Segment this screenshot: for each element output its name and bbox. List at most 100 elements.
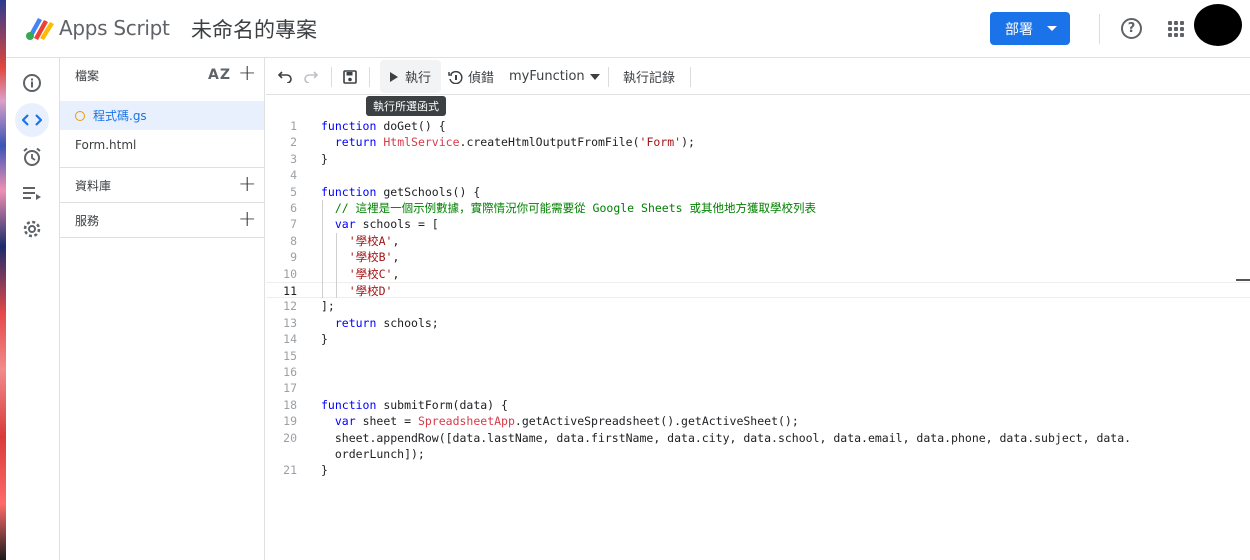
execution-log-label: 執行記錄: [623, 71, 676, 86]
services-section[interactable]: 服務 +: [60, 202, 264, 237]
code-line[interactable]: 11 '學校D': [266, 282, 1250, 299]
editor-code-icon[interactable]: [15, 103, 49, 137]
code-line[interactable]: 6 // 這裡是一個示例數據，實際情況你可能需要從 Google Sheets …: [266, 200, 1250, 216]
line-number: 15: [283, 348, 297, 363]
code-line[interactable]: 17: [266, 380, 1250, 396]
line-number: 9: [290, 250, 297, 265]
undo-icon[interactable]: [278, 58, 292, 95]
code-line[interactable]: 19 var sheet = SpreadsheetApp.getActiveS…: [266, 413, 1250, 429]
files-panel-header: 檔案 AZ +: [60, 58, 264, 93]
deploy-button-label: 部署: [1005, 21, 1033, 38]
left-nav-rail: [6, 58, 60, 560]
chevron-down-icon: [1047, 26, 1057, 31]
scrollbar-marker[interactable]: [1236, 279, 1250, 281]
run-label: 執行: [405, 71, 432, 86]
toolbar-divider: [369, 67, 370, 87]
code-line[interactable]: 7 var schools = [: [266, 216, 1250, 232]
debug-label: 偵錯: [468, 71, 495, 86]
indent-guide: [322, 200, 323, 299]
line-number: 2: [290, 135, 297, 150]
line-number: 12: [283, 299, 297, 314]
code-text: sheet.appendRow([data.lastName, data.fir…: [321, 430, 1132, 445]
code-line[interactable]: 8 '學校A',: [266, 233, 1250, 249]
toolbar-divider: [331, 67, 332, 87]
line-number: 4: [290, 168, 297, 183]
overview-info-icon[interactable]: [15, 66, 49, 100]
code-text: '學校A',: [348, 233, 400, 248]
google-apps-icon[interactable]: [1168, 21, 1184, 37]
code-text: }: [321, 151, 328, 166]
code-line[interactable]: 18 function submitForm(data) {: [266, 397, 1250, 413]
line-number: 16: [283, 365, 297, 379]
line-number: 3: [290, 151, 297, 166]
code-line[interactable]: 2 return HtmlService.createHtmlOutputFro…: [266, 134, 1250, 150]
app-header: Apps Script 未命名的專案 部署 ?: [6, 0, 1250, 58]
files-panel: 檔案 AZ + 程式碼.gs Form.html 資料庫 + 服務 +: [60, 58, 265, 560]
avatar[interactable]: [1194, 4, 1242, 46]
line-number: 6: [290, 201, 297, 215]
code-line[interactable]: 14}: [266, 331, 1250, 347]
code-line[interactable]: 12];: [266, 298, 1250, 314]
line-number: 20: [283, 430, 297, 445]
code-text: return HtmlService.createHtmlOutputFromF…: [334, 135, 695, 150]
code-line[interactable]: 16: [266, 364, 1250, 380]
code-line[interactable]: 21}: [266, 462, 1250, 478]
code-text: '學校B',: [348, 250, 400, 265]
execution-log-button[interactable]: 執行記錄: [623, 58, 675, 95]
line-number: 14: [283, 332, 297, 347]
code-text: var sheet = SpreadsheetApp.getActiveSpre…: [334, 414, 799, 429]
code-line[interactable]: 4: [266, 167, 1250, 183]
save-icon[interactable]: [343, 58, 357, 95]
line-number: 13: [283, 315, 297, 330]
code-line[interactable]: 5 function getSchools() {: [266, 184, 1250, 200]
function-select[interactable]: myFunction: [509, 58, 600, 95]
help-icon[interactable]: ?: [1121, 18, 1142, 39]
code-line[interactable]: orderLunch]);: [266, 446, 1250, 462]
redo-icon[interactable]: [304, 58, 318, 95]
line-number: 5: [290, 184, 297, 199]
toolbar-divider: [690, 67, 691, 87]
settings-gear-icon[interactable]: [15, 212, 49, 246]
add-service-plus-icon[interactable]: +: [238, 209, 256, 231]
code-text: }: [321, 332, 328, 347]
file-item-code-gs[interactable]: 程式碼.gs: [60, 101, 264, 130]
code-text: orderLunch]);: [321, 447, 425, 461]
app-name[interactable]: Apps Script: [59, 16, 170, 40]
editor-toolbar: 執行 偵錯 myFunction 執行記錄: [266, 58, 1250, 95]
libraries-label: 資料庫: [75, 178, 112, 193]
code-text: function doGet() {: [321, 119, 446, 133]
files-title: 檔案: [75, 69, 100, 83]
code-text: function submitForm(data) {: [321, 397, 508, 412]
function-select-value: myFunction: [509, 69, 585, 84]
code-line[interactable]: 13 return schools;: [266, 315, 1250, 331]
code-line[interactable]: 20 sheet.appendRow([data.lastName, data.…: [266, 430, 1250, 446]
line-number: 1: [290, 119, 297, 133]
code-line[interactable]: 9 '學校B',: [266, 249, 1250, 265]
line-number: 8: [290, 233, 297, 248]
code-line[interactable]: 3}: [266, 151, 1250, 167]
toolbar-divider: [608, 67, 609, 87]
dropdown-caret-icon: [589, 73, 600, 80]
debug-button[interactable]: 偵錯: [448, 58, 494, 95]
file-item-form-html[interactable]: Form.html: [60, 130, 264, 159]
code-text: var schools = [: [334, 217, 439, 232]
add-file-plus-icon[interactable]: +: [238, 63, 256, 85]
run-button[interactable]: 執行: [380, 60, 442, 93]
play-icon: [390, 71, 398, 82]
unsaved-dot-icon: [75, 110, 85, 121]
code-line[interactable]: 10 '學校C',: [266, 266, 1250, 282]
line-number: 7: [290, 217, 297, 232]
deploy-button[interactable]: 部署: [990, 12, 1070, 45]
line-number: 21: [283, 463, 297, 478]
executions-list-icon[interactable]: [15, 176, 49, 210]
triggers-alarm-icon[interactable]: [15, 140, 49, 174]
code-line[interactable]: 15: [266, 348, 1250, 364]
project-title[interactable]: 未命名的專案: [191, 14, 317, 44]
code-text: '學校C',: [348, 266, 400, 281]
code-line[interactable]: 1 function doGet() {: [266, 118, 1250, 134]
line-number: 17: [283, 381, 297, 396]
code-editor[interactable]: 1 function doGet() {2 return HtmlService.…: [266, 110, 1250, 560]
sort-az-icon[interactable]: AZ: [208, 67, 231, 83]
add-library-plus-icon[interactable]: +: [238, 174, 256, 196]
libraries-section[interactable]: 資料庫 +: [60, 167, 264, 202]
